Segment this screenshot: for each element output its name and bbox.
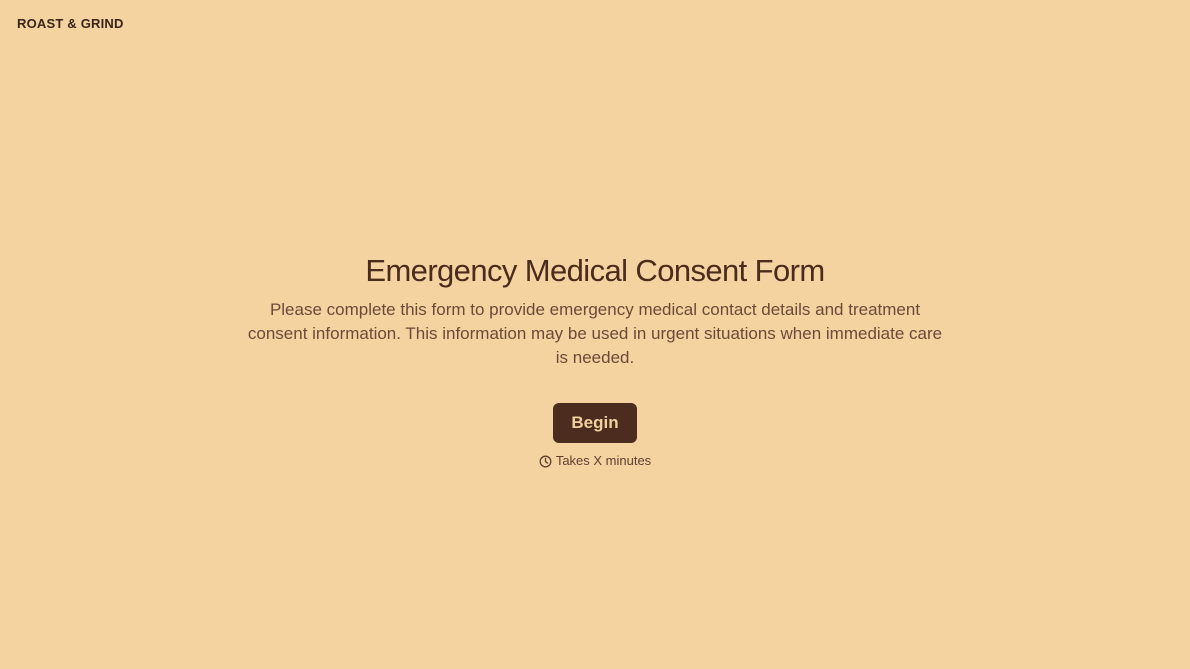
brand-logo: ROAST & GRIND	[17, 16, 124, 31]
form-description: Please complete this form to provide eme…	[247, 300, 943, 367]
clock-icon	[539, 455, 552, 468]
duration-text: Takes X minutes	[555, 453, 652, 468]
estimated-duration: Takes X minutes	[0, 452, 1190, 470]
page-title: Emergency Medical Consent Form	[365, 253, 825, 288]
consent-form-intro: Emergency Medical Consent Form Please co…	[0, 250, 1190, 470]
begin-button[interactable]: Begin	[553, 403, 637, 443]
